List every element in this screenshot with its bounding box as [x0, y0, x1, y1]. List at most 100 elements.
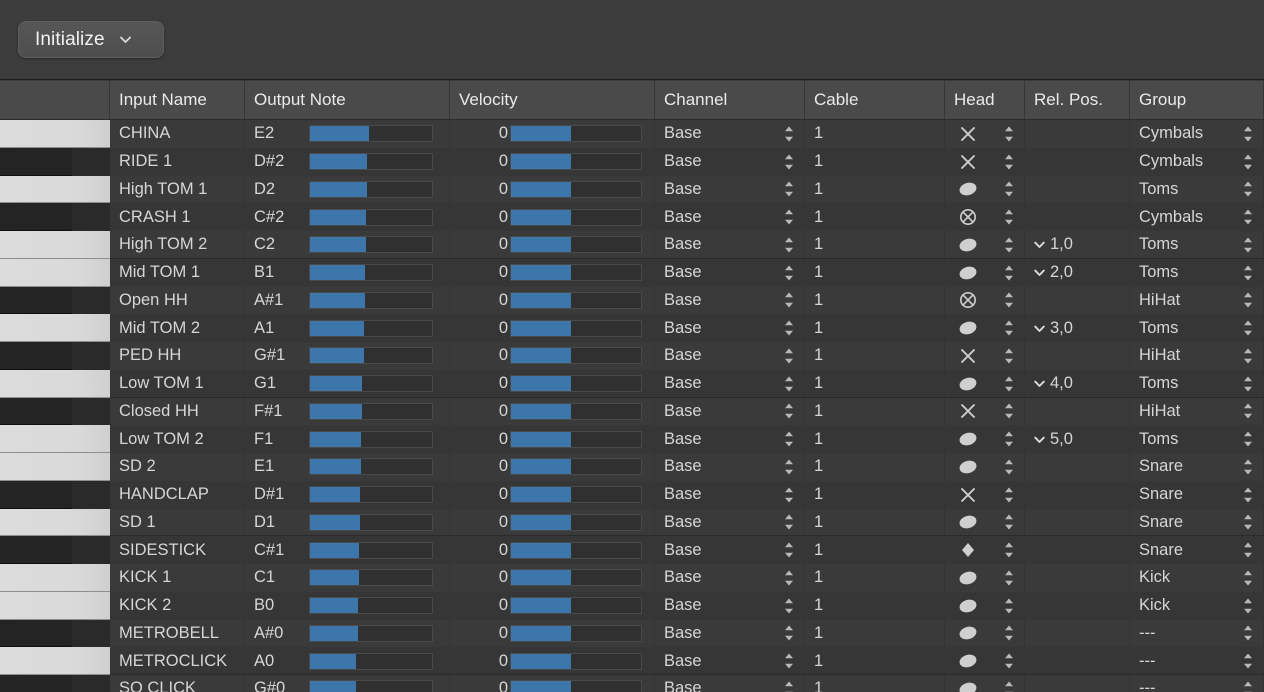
velocity-slider[interactable] [510, 208, 642, 226]
output-note-slider[interactable] [309, 569, 433, 587]
velocity-slider[interactable] [510, 347, 642, 365]
velocity-slider[interactable] [510, 153, 642, 171]
column-header-rel_pos[interactable]: Rel. Pos. [1025, 81, 1130, 119]
cell-velocity[interactable]: 0 [450, 480, 655, 509]
column-header-velocity[interactable]: Velocity [450, 81, 655, 119]
cell-head[interactable] [945, 425, 1025, 453]
table-row[interactable]: CHINA E2 0 Base 1 Cymbals [110, 120, 1264, 148]
piano-key-black[interactable] [0, 203, 72, 231]
channel-stepper[interactable] [783, 153, 795, 171]
piano-key-white[interactable] [0, 258, 110, 287]
cell-head[interactable] [945, 591, 1025, 620]
cell-group[interactable]: --- [1130, 675, 1264, 692]
column-header-channel[interactable]: Channel [655, 81, 805, 119]
cell-channel[interactable]: Base [655, 203, 805, 231]
cell-head[interactable] [945, 480, 1025, 509]
group-stepper[interactable] [1242, 513, 1254, 531]
piano-key-black[interactable] [0, 147, 72, 176]
table-row[interactable]: Mid TOM 1 B1 0 Base 1 2,0 Toms [110, 258, 1264, 287]
head-stepper[interactable] [1003, 236, 1015, 254]
column-header-input_name[interactable]: Input Name [110, 81, 245, 119]
cell-velocity[interactable]: 0 [450, 314, 655, 342]
channel-stepper[interactable] [783, 541, 795, 559]
velocity-slider[interactable] [510, 264, 642, 282]
cell-cable[interactable]: 1 [805, 147, 945, 176]
cell-input-name[interactable]: Mid TOM 1 [110, 258, 245, 287]
cell-rel-pos[interactable]: 2,0 [1025, 258, 1130, 287]
cell-output-note[interactable]: A#0 [245, 619, 450, 648]
cell-channel[interactable]: Base [655, 591, 805, 620]
channel-stepper[interactable] [783, 208, 795, 226]
cell-cable[interactable]: 1 [805, 675, 945, 692]
group-stepper[interactable] [1242, 125, 1254, 143]
channel-stepper[interactable] [783, 347, 795, 365]
cell-cable[interactable]: 1 [805, 369, 945, 398]
cell-channel[interactable]: Base [655, 647, 805, 675]
table-row[interactable]: RIDE 1 D#2 0 Base 1 Cymbals [110, 147, 1264, 176]
output-note-slider[interactable] [309, 486, 433, 504]
output-note-slider[interactable] [309, 125, 433, 143]
cell-group[interactable]: Toms [1130, 369, 1264, 398]
channel-stepper[interactable] [783, 652, 795, 670]
velocity-slider[interactable] [510, 180, 642, 198]
cell-input-name[interactable]: KICK 1 [110, 564, 245, 592]
cell-head[interactable] [945, 258, 1025, 287]
piano-key-black[interactable] [0, 675, 72, 692]
cell-cable[interactable]: 1 [805, 258, 945, 287]
channel-stepper[interactable] [783, 430, 795, 448]
output-note-slider[interactable] [309, 264, 433, 282]
cell-group[interactable]: Toms [1130, 258, 1264, 287]
piano-key-white[interactable] [0, 425, 110, 453]
cell-channel[interactable]: Base [655, 397, 805, 426]
cell-input-name[interactable]: METROCLICK [110, 647, 245, 675]
head-stepper[interactable] [1003, 347, 1015, 365]
head-stepper[interactable] [1003, 680, 1015, 692]
cell-group[interactable]: Snare [1130, 536, 1264, 564]
cell-channel[interactable]: Base [655, 175, 805, 204]
output-note-slider[interactable] [309, 680, 433, 692]
cell-group[interactable]: Snare [1130, 453, 1264, 481]
table-row[interactable]: PED HH G#1 0 Base 1 HiHat [110, 342, 1264, 370]
velocity-slider[interactable] [510, 680, 642, 692]
cell-input-name[interactable]: PED HH [110, 342, 245, 370]
cell-velocity[interactable]: 0 [450, 536, 655, 564]
cell-output-note[interactable]: G#0 [245, 675, 450, 692]
cell-head[interactable] [945, 147, 1025, 176]
cell-channel[interactable]: Base [655, 425, 805, 453]
cell-rel-pos[interactable]: 5,0 [1025, 425, 1130, 453]
cell-rel-pos[interactable] [1025, 647, 1130, 675]
head-stepper[interactable] [1003, 153, 1015, 171]
channel-stepper[interactable] [783, 624, 795, 642]
cell-group[interactable]: HiHat [1130, 397, 1264, 426]
group-stepper[interactable] [1242, 458, 1254, 476]
channel-stepper[interactable] [783, 402, 795, 420]
cell-velocity[interactable]: 0 [450, 397, 655, 426]
cell-velocity[interactable]: 0 [450, 369, 655, 398]
cell-input-name[interactable]: CHINA [110, 120, 245, 148]
output-note-slider[interactable] [309, 236, 433, 254]
channel-stepper[interactable] [783, 125, 795, 143]
channel-stepper[interactable] [783, 597, 795, 615]
head-stepper[interactable] [1003, 624, 1015, 642]
cell-velocity[interactable]: 0 [450, 675, 655, 692]
cell-channel[interactable]: Base [655, 342, 805, 370]
velocity-slider[interactable] [510, 236, 642, 254]
output-note-slider[interactable] [309, 541, 433, 559]
cell-head[interactable] [945, 120, 1025, 148]
table-row[interactable]: High TOM 1 D2 0 Base 1 Toms [110, 175, 1264, 204]
cell-cable[interactable]: 1 [805, 286, 945, 315]
piano-key-white[interactable] [0, 231, 110, 259]
velocity-slider[interactable] [510, 125, 642, 143]
velocity-slider[interactable] [510, 652, 642, 670]
velocity-slider[interactable] [510, 402, 642, 420]
piano-key-white[interactable] [0, 120, 110, 148]
cell-rel-pos[interactable] [1025, 591, 1130, 620]
cell-rel-pos[interactable]: 4,0 [1025, 369, 1130, 398]
cell-channel[interactable]: Base [655, 480, 805, 509]
velocity-slider[interactable] [510, 624, 642, 642]
cell-output-note[interactable]: A0 [245, 647, 450, 675]
cell-input-name[interactable]: HANDCLAP [110, 480, 245, 509]
cell-output-note[interactable]: D#1 [245, 480, 450, 509]
group-stepper[interactable] [1242, 402, 1254, 420]
table-row[interactable]: KICK 1 C1 0 Base 1 Kick [110, 564, 1264, 592]
